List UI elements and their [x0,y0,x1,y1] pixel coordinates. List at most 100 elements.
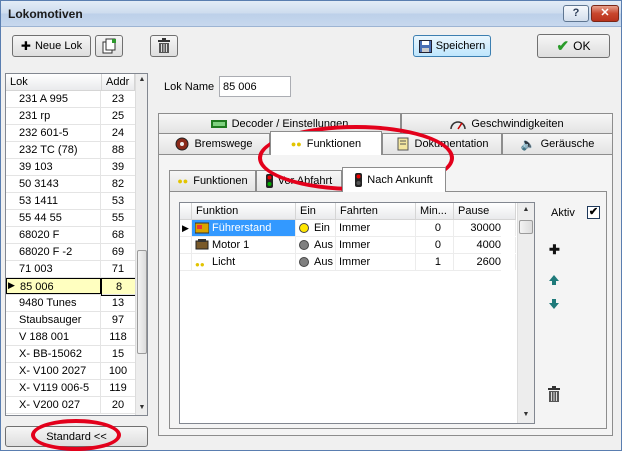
function-pause-cell[interactable]: 30000 [454,220,516,236]
tab-funktionen[interactable]: ●● Funktionen [270,131,382,155]
function-ein-text: Ein [314,222,330,234]
function-row[interactable]: Motor 1 Aus Immer 0 4000 [180,237,516,254]
loco-list-row[interactable]: Staubsauger 97 [6,312,135,329]
column-header-addr[interactable]: Addr [102,74,135,91]
loco-addr-cell: 97 [111,314,125,326]
column-header-pause[interactable]: Pause [454,203,516,220]
loco-list-row[interactable]: 68020 F -2 69 [6,244,135,261]
loco-list-scrollbar[interactable]: ▲ ▼ [135,74,147,415]
scrollbar-thumb[interactable] [519,220,533,234]
function-name-cell[interactable]: Motor 1 [192,237,296,253]
move-up-icon[interactable] [548,274,560,286]
cab-icon [194,222,210,234]
help-button[interactable]: ? [563,5,589,22]
subtab-funktionen[interactable]: ●● Funktionen [169,170,256,191]
save-button[interactable]: Speichern [413,35,491,57]
new-loco-label: Neue Lok [34,40,83,52]
aktiv-checkbox[interactable]: ✔ [587,206,600,219]
column-header-min[interactable]: Min... [416,203,454,220]
loco-addr-cell: 119 [109,382,127,394]
new-loco-button[interactable]: ✚ Neue Lok [12,35,91,57]
function-row[interactable]: ●● Licht Aus Immer 1 2600 [180,254,516,271]
scroll-up-icon[interactable]: ▲ [518,206,534,213]
function-ein-cell[interactable]: Aus [296,254,336,270]
loco-list-row[interactable]: V 188 001 118 [6,329,135,346]
loco-list-row[interactable]: 50 3143 82 [6,176,135,193]
move-down-icon[interactable] [548,298,560,310]
loco-list-row[interactable]: X- V119 006-5 119 [6,380,135,397]
column-header-fahrten[interactable]: Fahrten [336,203,416,220]
column-header-lok[interactable]: Lok [6,74,102,91]
loco-name-cell: X- V119 006-5 [6,380,101,396]
copy-button[interactable] [95,35,123,57]
scroll-up-icon[interactable]: ▲ [136,76,147,83]
delete-function-icon[interactable] [548,386,560,402]
function-min-cell[interactable]: 0 [416,237,454,253]
subtab-nach-ankunft[interactable]: Nach Ankunft [342,167,446,192]
loco-list-row[interactable]: 39 103 39 [6,159,135,176]
scrollbar-thumb[interactable] [137,250,147,354]
loco-addr-cell: 68 [111,229,125,241]
loco-list-row[interactable]: 231 rp 25 [6,108,135,125]
function-pause-cell[interactable]: 2600 [454,254,516,270]
loco-name-cell: 68020 F [6,227,101,243]
loco-list-row[interactable]: 53 1411 53 [6,193,135,210]
delete-button[interactable] [150,35,178,57]
light-icon: ●● [195,260,205,269]
tab-label: Geräusche [540,138,595,150]
function-ein-cell[interactable]: Ein [296,220,336,236]
loco-list-row[interactable]: X- V100 2027 100 [6,363,135,380]
tab-label: Geschwindigkeiten [471,117,564,130]
function-fahrten-cell[interactable]: Immer [336,220,416,236]
column-header-ein[interactable]: Ein [296,203,336,220]
loco-list-row[interactable]: 68020 F 68 [6,227,135,244]
tab-geschwindigkeiten[interactable]: Geschwindigkeiten [401,113,613,133]
loco-list-row[interactable]: 55 44 55 55 [6,210,135,227]
save-label: Speichern [435,40,486,52]
highlight-circle-standard [31,419,121,451]
loco-name-cell: X- V100 2027 [6,363,101,379]
loco-addr-cell: 82 [111,178,125,190]
function-row[interactable]: ▶ Führerstand Ein Immer 0 30000 [180,220,516,237]
loco-list-row[interactable]: 231 A 995 23 [6,91,135,108]
speaker-icon: 🔈 [520,137,536,151]
loco-addr-cell: 8 [101,278,137,296]
checkmark-icon: ✔ [556,37,570,55]
loco-addr-cell: 20 [111,399,125,411]
loco-addr-cell: 25 [111,110,125,122]
function-ein-text: Aus [314,256,333,268]
loco-list-row[interactable]: 9480 Tunes 13 [6,295,135,312]
row-indicator-icon [180,237,192,253]
loco-list-row[interactable]: 232 TC (78) 88 [6,142,135,159]
loco-addr-cell: 23 [111,93,125,105]
function-name-cell[interactable]: Führerstand [192,220,296,236]
add-function-icon[interactable]: ✚ [549,242,560,258]
tab-label: Nach Ankunft [367,174,433,186]
function-pause-cell[interactable]: 4000 [454,237,516,253]
aktiv-label: Aktiv [551,207,575,219]
function-min-cell[interactable]: 0 [416,220,454,236]
loco-list-row[interactable]: X- V200 027 20 [6,397,135,414]
column-header-funktion[interactable]: Funktion [192,203,296,220]
function-ein-cell[interactable]: Aus [296,237,336,253]
window-title: Lokomotiven [8,7,83,21]
function-name-cell[interactable]: ●● Licht [192,254,296,270]
loco-list-row[interactable]: X- BB-15062 15 [6,346,135,363]
functions-table-scrollbar[interactable]: ▲ ▼ [517,203,534,423]
function-min-cell[interactable]: 1 [416,254,454,270]
close-button[interactable]: ✕ [591,5,619,22]
tab-geraeusche[interactable]: 🔈 Geräusche [502,133,613,154]
scroll-down-icon[interactable]: ▼ [136,404,147,411]
loco-list-row[interactable]: 71 003 71 [6,261,135,278]
function-fahrten-cell[interactable]: Immer [336,237,416,253]
ok-button[interactable]: ✔ OK [537,34,610,58]
loco-list-row[interactable]: ▶ 85 006 8 [6,278,137,296]
lok-name-input[interactable] [219,76,291,97]
tab-bremswege[interactable]: Bremswege [158,133,270,154]
decoder-chip-icon [210,119,227,128]
loco-list-row[interactable]: 232 601-5 24 [6,125,135,142]
loco-addr-cell: 69 [111,246,125,258]
loco-addr-cell: 55 [111,212,125,224]
scroll-down-icon[interactable]: ▼ [518,411,534,418]
function-fahrten-cell[interactable]: Immer [336,254,416,270]
